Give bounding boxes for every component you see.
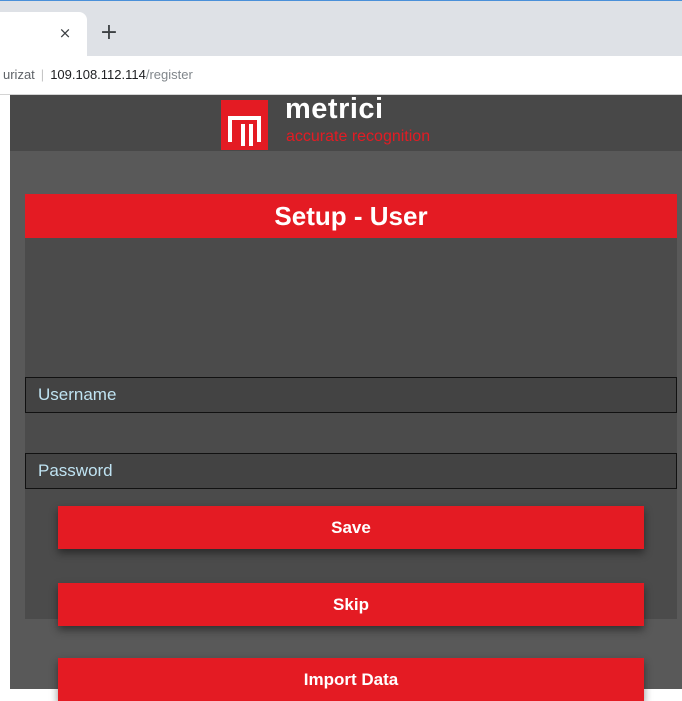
new-tab-icon[interactable]: + [97, 22, 121, 46]
site-info-label[interactable]: urizat [3, 67, 35, 82]
url-separator: | [40, 67, 45, 82]
username-field[interactable] [25, 377, 677, 413]
brand-name: metrici [285, 93, 384, 125]
skip-button[interactable]: Skip [58, 583, 644, 626]
close-tab-icon[interactable]: × [56, 24, 74, 42]
logo-m-glyph [228, 116, 261, 146]
save-button[interactable]: Save [58, 506, 644, 549]
url-host: 109.108.112.114 [50, 67, 146, 82]
setup-panel: Setup - User Save Skip Import Data [25, 194, 677, 701]
metrici-logo-icon [221, 100, 268, 150]
address-bar[interactable]: urizat | 109.108.112.114/register [0, 56, 682, 95]
import-data-button[interactable]: Import Data [58, 658, 644, 701]
tab-strip: × + [0, 1, 682, 56]
url-path: /register [145, 67, 193, 82]
username-input[interactable] [26, 378, 676, 412]
site-header: metrici accurate recognition [10, 93, 682, 151]
url-text[interactable]: urizat | 109.108.112.114/register [3, 67, 193, 82]
password-field[interactable] [25, 453, 677, 489]
password-input[interactable] [26, 454, 676, 488]
browser-tab[interactable]: × [0, 12, 87, 56]
brand-tagline: accurate recognition [286, 128, 431, 145]
page-title: Setup - User [25, 194, 677, 238]
page-content: metrici accurate recognition Setup - Use… [10, 93, 682, 701]
